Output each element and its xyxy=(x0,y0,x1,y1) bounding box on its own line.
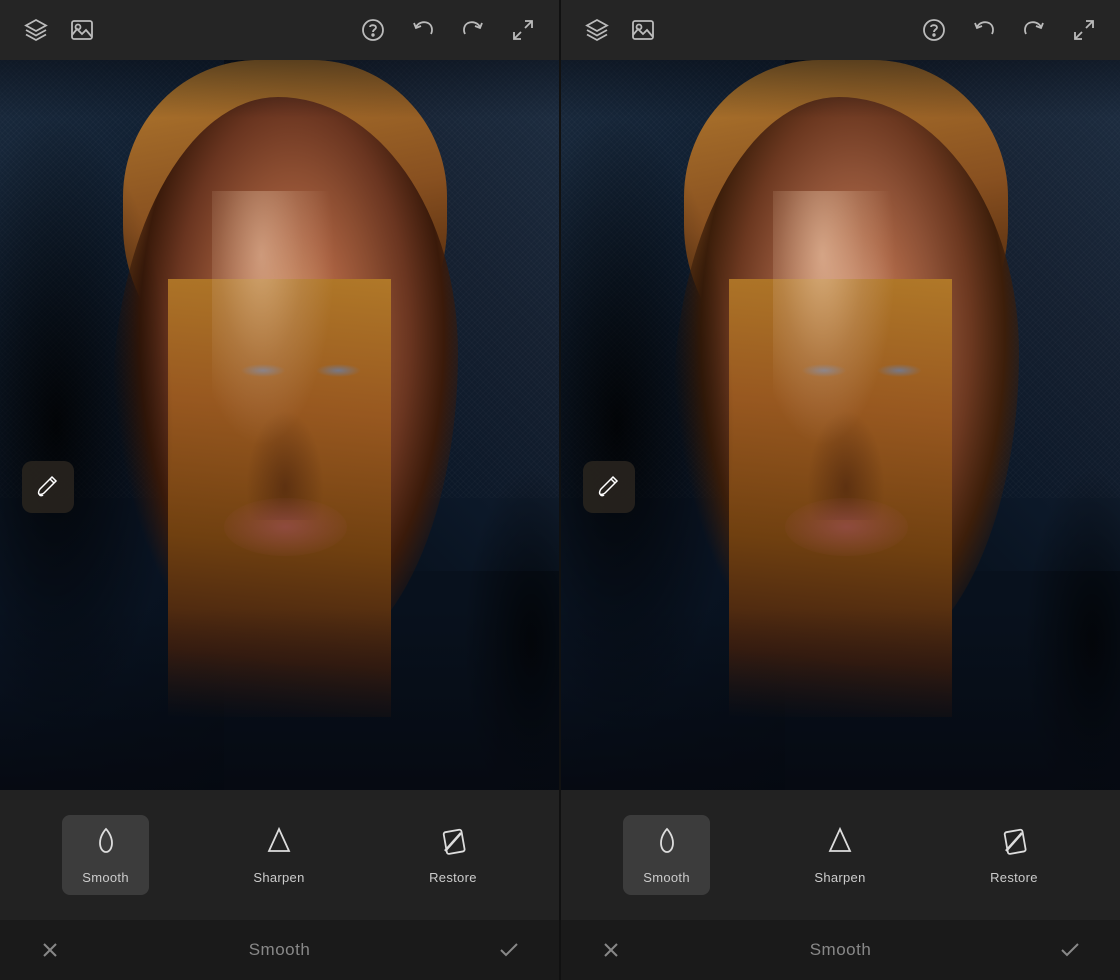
right-layers-icon[interactable] xyxy=(581,14,613,46)
expand-icon[interactable] xyxy=(507,14,539,46)
right-cancel-button[interactable] xyxy=(591,930,631,970)
left-toolbar xyxy=(0,0,559,60)
right-confirm-button[interactable] xyxy=(1050,930,1090,970)
left-action-bar: Smooth xyxy=(0,920,559,980)
right-help-icon[interactable] xyxy=(918,14,950,46)
right-toolbar-right-group xyxy=(918,14,1100,46)
left-portrait xyxy=(0,60,559,790)
right-action-bar: Smooth xyxy=(561,920,1120,980)
panels-container: Smooth Sharpen Restore xyxy=(0,0,1120,920)
toolbar-left-group xyxy=(20,14,98,46)
right-smooth-option[interactable]: Smooth xyxy=(623,815,710,895)
right-options-bar: Smooth Sharpen Restore xyxy=(561,790,1120,920)
left-cancel-button[interactable] xyxy=(30,930,70,970)
smooth-icon xyxy=(90,825,122,862)
right-sharpen-option[interactable]: Sharpen xyxy=(794,815,885,895)
left-sharpen-option[interactable]: Sharpen xyxy=(233,815,324,895)
toolbar-right-group xyxy=(357,14,539,46)
bottom-bars: Smooth Smooth xyxy=(0,920,1120,980)
right-image-area xyxy=(561,60,1120,790)
right-toolbar xyxy=(561,0,1120,60)
left-restore-label: Restore xyxy=(429,870,477,885)
sharpen-icon xyxy=(263,825,295,862)
left-smooth-label: Smooth xyxy=(82,870,129,885)
right-action-bar-panel: Smooth xyxy=(561,920,1120,980)
right-undo-icon[interactable] xyxy=(968,14,1000,46)
help-icon[interactable] xyxy=(357,14,389,46)
right-action-title: Smooth xyxy=(810,940,872,960)
left-restore-option[interactable]: Restore xyxy=(409,815,497,895)
left-smooth-option[interactable]: Smooth xyxy=(62,815,149,895)
left-action-bar-panel: Smooth xyxy=(0,920,561,980)
left-image-area xyxy=(0,60,559,790)
left-confirm-button[interactable] xyxy=(489,930,529,970)
layers-icon[interactable] xyxy=(20,14,52,46)
left-panel: Smooth Sharpen Restore xyxy=(0,0,561,920)
right-expand-icon[interactable] xyxy=(1068,14,1100,46)
right-redo-icon[interactable] xyxy=(1018,14,1050,46)
right-sharpen-icon xyxy=(824,825,856,862)
right-sharpen-label: Sharpen xyxy=(814,870,865,885)
image-icon[interactable] xyxy=(66,14,98,46)
redo-icon[interactable] xyxy=(457,14,489,46)
left-sharpen-label: Sharpen xyxy=(253,870,304,885)
right-restore-icon xyxy=(998,825,1030,862)
right-restore-label: Restore xyxy=(990,870,1038,885)
left-options-bar: Smooth Sharpen Restore xyxy=(0,790,559,920)
right-brush-tool[interactable] xyxy=(583,461,635,513)
right-smooth-icon xyxy=(651,825,683,862)
right-smooth-label: Smooth xyxy=(643,870,690,885)
undo-icon[interactable] xyxy=(407,14,439,46)
right-portrait xyxy=(561,60,1120,790)
left-action-title: Smooth xyxy=(249,940,311,960)
left-brush-tool[interactable] xyxy=(22,461,74,513)
right-image-icon[interactable] xyxy=(627,14,659,46)
right-restore-option[interactable]: Restore xyxy=(970,815,1058,895)
right-panel: Smooth Sharpen Restore xyxy=(561,0,1120,920)
restore-icon xyxy=(437,825,469,862)
right-toolbar-left-group xyxy=(581,14,659,46)
